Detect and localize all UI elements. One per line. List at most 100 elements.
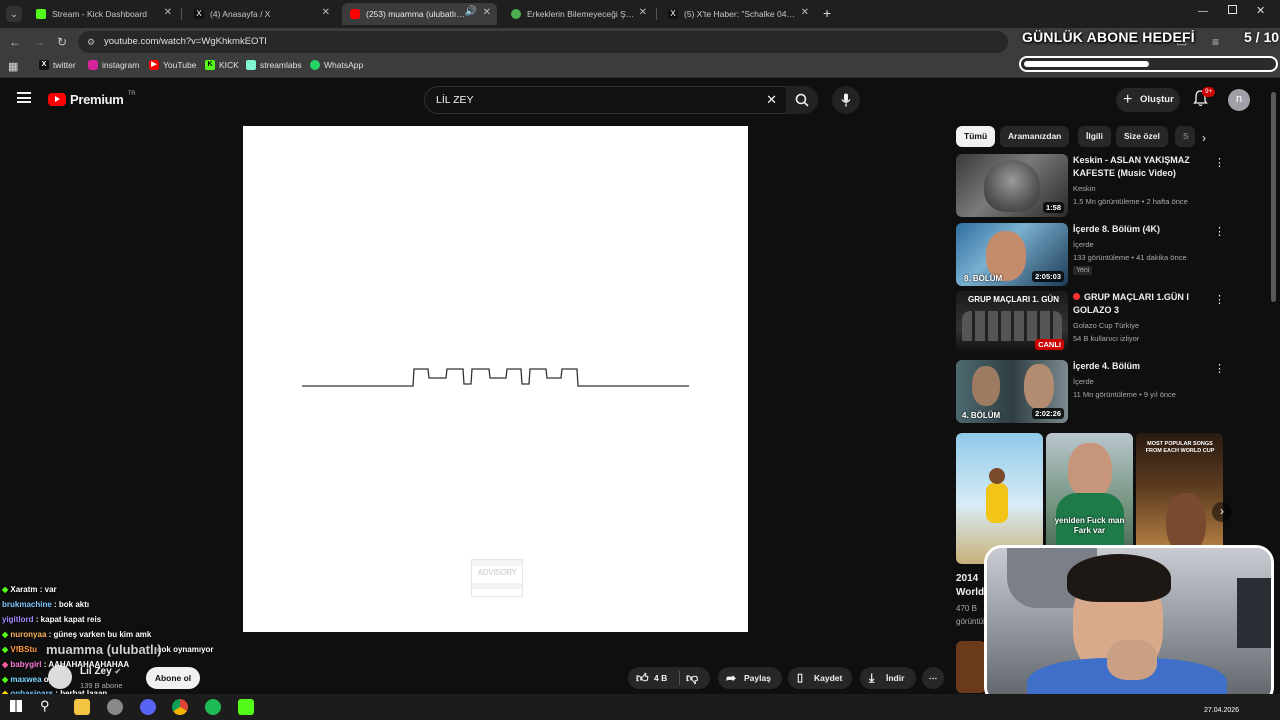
video-title: muamma (ulubatlı) (46, 642, 162, 657)
file-explorer-icon[interactable] (74, 699, 90, 715)
save-button[interactable]: ▯ Kaydet (788, 667, 852, 689)
subscriber-goal-title: GÜNLÜK ABONE HEDEFİ (1022, 29, 1195, 45)
apps-icon[interactable]: ▦ (8, 60, 18, 73)
channel-avatar[interactable] (48, 665, 72, 689)
address-bar[interactable]: ⚙ youtube.com/watch?v=WgKhkmkEOTI (78, 31, 1008, 53)
shorts-next-button[interactable]: › (1212, 502, 1232, 522)
subscriber-goal-count: 5 / 10 (1244, 29, 1280, 45)
voice-search-button[interactable] (832, 86, 860, 114)
partial-video-meta-2: görüntüleme (956, 617, 986, 626)
kick-app-icon[interactable] (238, 699, 254, 715)
clear-search-icon[interactable]: ✕ (766, 87, 777, 113)
bookmark-twitter[interactable]: Xtwitter (39, 60, 76, 70)
bookmark-instagram[interactable]: instagram (88, 60, 139, 70)
forward-icon[interactable]: → (33, 35, 45, 49)
tab-youtube-muamma[interactable]: (253) muamma (ulubatlı) - Y 🔊 ✕ (342, 3, 497, 25)
bookmark-kick[interactable]: K KICK (205, 60, 239, 70)
chat-message: ◆ nuronyaa : güneş varken bu kim amk (2, 630, 152, 639)
site-info-icon[interactable]: ⚙ (87, 31, 95, 53)
chip-all[interactable]: Tümü (956, 126, 996, 147)
chat-badge-icon: ◆ (2, 660, 9, 669)
close-window-button[interactable]: ✕ (1256, 4, 1265, 17)
chevron-right-icon[interactable]: › (1202, 131, 1206, 145)
minimize-button[interactable]: — (1198, 6, 1208, 17)
download-button[interactable]: ⤓ İndir (860, 667, 916, 689)
video-thumbnail[interactable]: 8. BÖLÜM 2:05:03 (956, 223, 1068, 286)
close-icon[interactable]: ✕ (164, 7, 172, 18)
recommendation-item[interactable]: 8. BÖLÜM 2:05:03 İçerde 8. Bölüm (4K) İç… (956, 223, 1226, 287)
notifications-button[interactable]: 9+ (1193, 87, 1216, 112)
whatsapp-icon (310, 60, 320, 70)
like-button[interactable]: 👍︎ 4 B (628, 667, 678, 689)
close-icon[interactable]: ✕ (801, 7, 809, 18)
search-button[interactable] (786, 86, 818, 114)
partial-video-thumbnail[interactable] (956, 641, 986, 693)
chrome-icon[interactable] (172, 699, 188, 715)
more-options-icon[interactable]: ⋮ (1214, 225, 1225, 238)
bookmark-whatsapp[interactable]: WhatsApp (310, 60, 363, 70)
taskbar-date[interactable]: 27.04.2026 (1204, 707, 1239, 714)
discord-icon[interactable] (140, 699, 156, 715)
maximize-button[interactable] (1228, 5, 1237, 14)
youtube-logo[interactable]: Premium TR (48, 91, 136, 107)
back-icon[interactable]: ← (9, 35, 21, 49)
more-options-icon[interactable]: ⋮ (1214, 293, 1225, 306)
x-icon: X (668, 9, 678, 19)
bookmark-icon: ▯ (797, 672, 804, 684)
chat-message: yigitlord : kapat kapat reis (2, 615, 102, 624)
search-icon[interactable]: ⚲ (40, 698, 50, 714)
dislike-button[interactable]: 👎︎ (686, 667, 698, 689)
windows-start-icon[interactable] (10, 700, 22, 712)
tab-list-icon[interactable]: ≡ (1212, 35, 1219, 49)
close-icon[interactable]: ✕ (639, 7, 647, 18)
create-button[interactable]: + Oluştur (1116, 88, 1180, 112)
close-icon[interactable]: ✕ (483, 7, 491, 18)
bookmark-streamlabs[interactable]: streamlabs (246, 60, 302, 70)
video-thumbnail[interactable]: GRUP MAÇLARI 1. GÜN CANLI (956, 291, 1068, 354)
tab-x-home[interactable]: X (4) Anasayfa / X ✕ (186, 3, 336, 25)
tab-kick-dashboard[interactable]: Stream - Kick Dashboard ✕ (28, 3, 178, 25)
app-icon[interactable] (107, 699, 123, 715)
chip-related[interactable]: İlgili (1078, 126, 1111, 147)
chat-message: ◆ Xaratm : var (2, 585, 57, 594)
bookmark-youtube[interactable]: ▶ YouTube (149, 60, 196, 70)
channel-name[interactable]: Lil Zey ✔ (80, 666, 121, 677)
more-horizontal-icon: ⋯ (928, 673, 938, 683)
speaker-icon[interactable]: 🔊 (465, 6, 477, 17)
recommendation-item[interactable]: GRUP MAÇLARI 1. GÜN CANLI GRUP MAÇLARI 1… (956, 291, 1226, 355)
reload-icon[interactable]: ↻ (57, 35, 67, 49)
avatar[interactable]: n (1228, 89, 1250, 111)
video-thumbnail[interactable]: 4. BÖLÜM 2:02:26 (956, 360, 1068, 423)
video-player[interactable]: ADVISORY (243, 126, 748, 632)
tab-erkeklerin[interactable]: Erkeklerin Bilemeyeceği Şeyler ✕ (503, 3, 653, 25)
youtube-icon (48, 93, 66, 106)
video-thumbnail[interactable]: 1:58 (956, 154, 1068, 217)
more-options-icon[interactable]: ⋮ (1214, 156, 1225, 169)
subscriber-goal-fill (1024, 61, 1149, 67)
share-button[interactable]: ➦ Paylaş (718, 667, 782, 689)
chip-from-search[interactable]: Aramanızdan (1000, 126, 1070, 147)
tab-x-haber[interactable]: X (5) X'te Haber: "Schalke 04'ün ✕ (660, 3, 815, 25)
tab-strip: ⌄ Stream - Kick Dashboard ✕ X (4) Anasay… (0, 0, 1280, 28)
recommendation-item[interactable]: 4. BÖLÜM 2:02:26 İçerde 4. Bölüm İçerde … (956, 360, 1226, 424)
more-options-icon[interactable]: ⋮ (1214, 362, 1225, 375)
spotify-icon[interactable] (205, 699, 221, 715)
more-actions-button[interactable]: ⋯ (922, 667, 944, 689)
search-input[interactable]: LİL ZEY ✕ (424, 86, 788, 114)
url-text: youtube.com/watch?v=WgKhkmkEOTI (104, 36, 267, 47)
chat-badge-icon: ◆ (2, 675, 9, 684)
chip-for-you[interactable]: Size özel (1116, 126, 1168, 147)
kick-icon (36, 9, 46, 19)
chip-more[interactable]: S (1175, 126, 1195, 147)
subscribe-button[interactable]: Abone ol (146, 667, 200, 689)
live-dot-icon (1073, 293, 1080, 300)
parental-advisory-logo: ADVISORY (471, 559, 523, 597)
scrollbar[interactable] (1271, 92, 1276, 302)
recommendation-item[interactable]: 1:58 Keskin - ASLAN YAKIŞMAZ KAFESTE (Mu… (956, 154, 1226, 218)
youtube-icon: ▶ (149, 60, 159, 70)
new-tab-button[interactable]: + (823, 5, 831, 21)
menu-icon[interactable] (17, 92, 31, 103)
tab-search-icon[interactable]: ⌄ (6, 6, 22, 22)
close-icon[interactable]: ✕ (322, 7, 330, 18)
instagram-icon (88, 60, 98, 70)
